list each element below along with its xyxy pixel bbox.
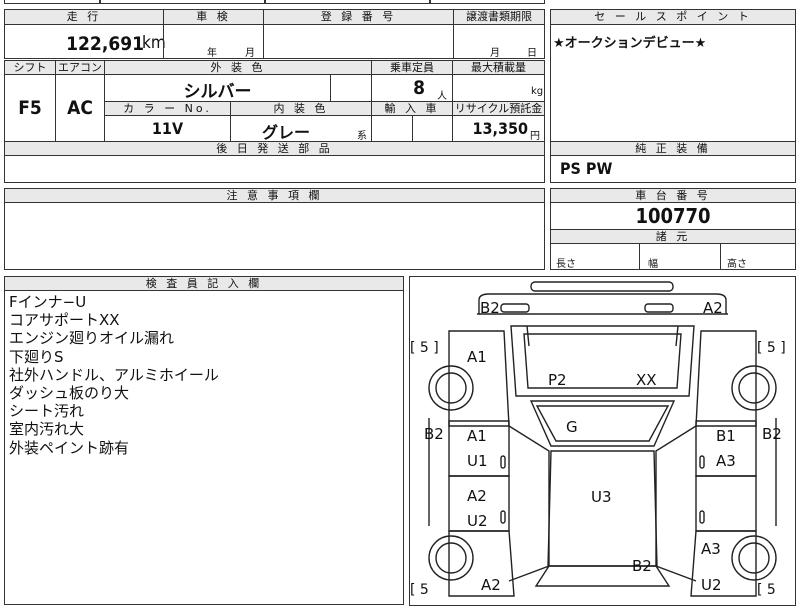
transfer-header: 譲渡書類期限 bbox=[453, 9, 545, 25]
diagram-label: B2 bbox=[632, 557, 652, 575]
shift-header: シフト bbox=[4, 60, 56, 75]
aircon-value: AC bbox=[67, 97, 93, 119]
diagram-label: B2 bbox=[480, 299, 500, 317]
inspection-month-unit: 月 bbox=[245, 48, 255, 59]
note-line: 社外ハンドル、アルミホイール bbox=[9, 365, 219, 384]
note-line: 下廻りS bbox=[9, 347, 64, 366]
tire-label: [ 5 bbox=[410, 582, 429, 598]
sales-point-header: セ ー ル ス ポ イ ン ト bbox=[550, 9, 796, 25]
diagram-label: U3 bbox=[591, 488, 612, 506]
exterior-color-extra bbox=[330, 74, 372, 102]
dimensions-length-label: 長さ bbox=[556, 259, 576, 270]
exterior-color-header: 外 装 色 bbox=[104, 60, 372, 75]
chassis-header: 車 台 番 号 bbox=[550, 188, 796, 203]
diagram-label: A1 bbox=[467, 348, 487, 366]
max-load-header: 最大積載量 bbox=[452, 60, 545, 75]
dimensions-width-label: 幅 bbox=[648, 259, 658, 270]
tire-label: [ 5 bbox=[757, 582, 776, 598]
diagram-label: U2 bbox=[701, 576, 722, 594]
shift-value: F5 bbox=[18, 97, 42, 119]
later-parts-header: 後 日 発 送 部 品 bbox=[4, 141, 545, 156]
diagram-label: A3 bbox=[716, 452, 736, 470]
standard-equipment-value: PS PW bbox=[560, 159, 613, 178]
top-strip-cell bbox=[100, 0, 265, 4]
caution-header: 注 意 事 項 欄 bbox=[4, 188, 545, 203]
diagram-label: A2 bbox=[481, 576, 501, 594]
diagram-label: U2 bbox=[467, 512, 488, 530]
standard-equipment-header: 純 正 装 備 bbox=[550, 141, 796, 156]
recycle-value: 13,350 bbox=[472, 119, 528, 138]
diagram-label: G bbox=[566, 418, 578, 436]
chassis-value: 100770 bbox=[635, 204, 711, 228]
note-line: Fインナ−U bbox=[9, 293, 87, 311]
note-line: 外装ペイント跡有 bbox=[9, 438, 130, 457]
max-load-unit: kg bbox=[531, 86, 544, 97]
sales-point-text: ★オークションデビュー★ bbox=[553, 36, 707, 51]
diagram-label: B2 bbox=[762, 425, 782, 443]
diagram-label: U1 bbox=[467, 452, 488, 470]
import-car-header: 輸 入 車 bbox=[371, 101, 453, 116]
interior-color-value: グレー bbox=[262, 123, 311, 142]
registration-cell bbox=[263, 24, 454, 59]
interior-color-header: 内 装 色 bbox=[230, 101, 372, 116]
recycle-unit: 円 bbox=[530, 131, 540, 142]
diagram-label: A3 bbox=[701, 540, 721, 558]
tire-label: [ 5 ] bbox=[757, 340, 786, 356]
dimensions-header: 諸 元 bbox=[550, 229, 796, 244]
note-line: 室内汚れ大 bbox=[9, 420, 85, 439]
note-line: シート汚れ bbox=[9, 402, 85, 421]
capacity-header: 乗車定員 bbox=[371, 60, 453, 75]
recycle-header: リサイクル預託金 bbox=[452, 101, 545, 116]
inspector-header: 検 査 員 記 入 欄 bbox=[4, 276, 404, 291]
diagram-label: XX bbox=[636, 371, 657, 389]
interior-color-suffix: 系 bbox=[357, 131, 367, 142]
top-strip-cell bbox=[265, 0, 430, 4]
note-line: ダッシュ板のり大 bbox=[9, 384, 130, 403]
capacity-unit: 人 bbox=[437, 91, 447, 102]
aircon-header: エアコン bbox=[55, 60, 105, 75]
import-car-cell-a bbox=[371, 115, 413, 142]
top-strip-cell bbox=[430, 0, 545, 4]
transfer-month-unit: 月 bbox=[490, 48, 500, 59]
diagram-label: B1 bbox=[716, 427, 736, 445]
inspector-notes: Fインナ−U コアサポートXX エンジン廻りオイル漏れ 下廻りS 社外ハンドル、… bbox=[9, 293, 219, 457]
exterior-color-value: シルバー bbox=[183, 82, 252, 102]
dimensions-height-label: 高さ bbox=[727, 259, 747, 270]
inspection-year-unit: 年 bbox=[207, 48, 217, 59]
diagram-label: P2 bbox=[548, 371, 567, 389]
import-car-cell-b bbox=[412, 115, 453, 142]
diagram-label: A1 bbox=[467, 427, 487, 445]
odometer-value: 122,691 bbox=[66, 33, 144, 55]
caution-cell bbox=[4, 202, 545, 270]
tire-label: [ 5 ] bbox=[410, 340, 439, 356]
note-line: エンジン廻りオイル漏れ bbox=[9, 329, 175, 348]
inspection-header: 車 検 bbox=[163, 9, 264, 25]
diagram-label: B2 bbox=[424, 425, 444, 443]
note-line: コアサポートXX bbox=[9, 311, 120, 330]
capacity-value: 8 bbox=[413, 77, 425, 99]
odometer-header: 走 行 bbox=[4, 9, 164, 25]
transfer-day-unit: 日 bbox=[527, 48, 537, 59]
later-parts-cell bbox=[4, 155, 545, 183]
diagram-label: A2 bbox=[467, 487, 487, 505]
color-no-header: カ ラ ー No. bbox=[104, 101, 231, 116]
color-no-value: 11V bbox=[151, 119, 184, 138]
top-strip-cell bbox=[4, 0, 100, 4]
registration-header: 登 録 番 号 bbox=[263, 9, 454, 25]
diagram-label: A2 bbox=[703, 299, 723, 317]
